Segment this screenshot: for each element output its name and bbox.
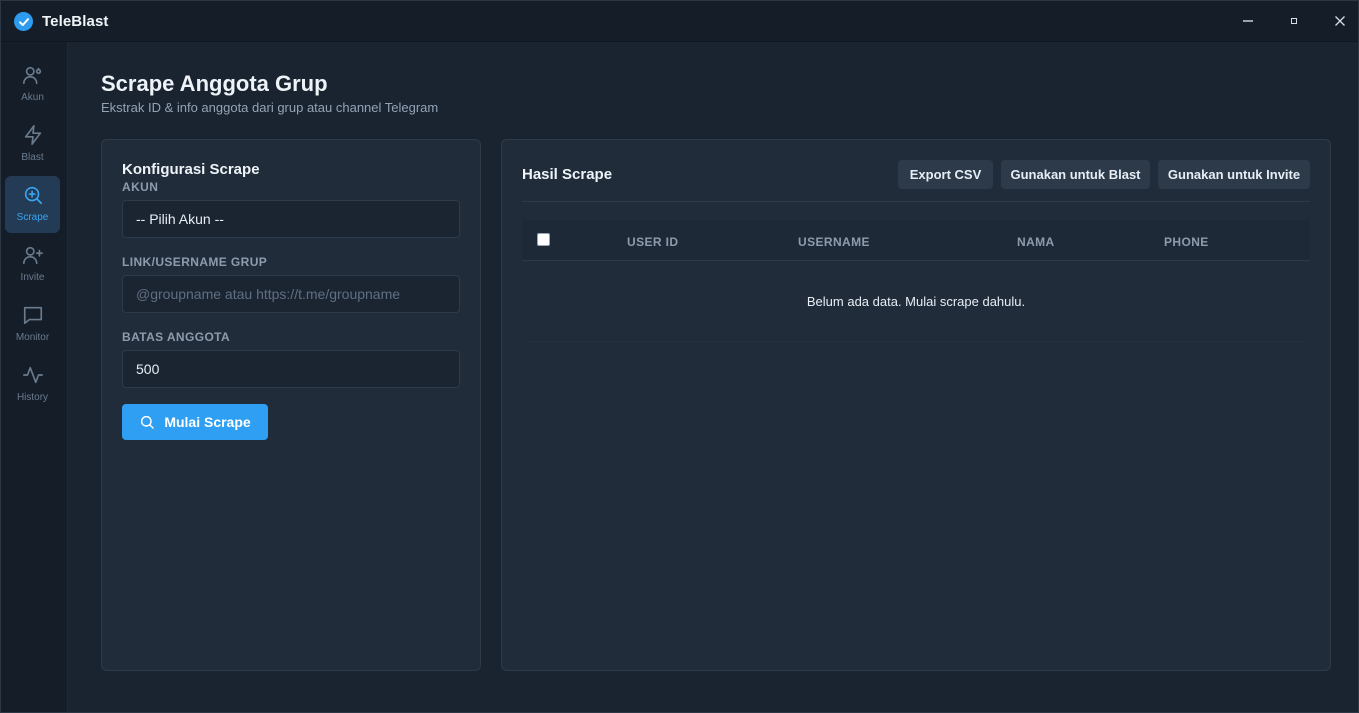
limit-label: BATAS ANGGOTA	[122, 330, 231, 344]
start-scrape-button[interactable]: Mulai Scrape	[122, 404, 268, 440]
activity-icon	[22, 364, 44, 386]
title-bar: TeleBlast	[1, 1, 1358, 42]
maximize-button[interactable]	[1279, 7, 1309, 35]
maximize-icon	[1291, 18, 1297, 24]
column-user-id[interactable]: USER ID	[627, 235, 678, 249]
sidebar-item-label: Monitor	[15, 332, 50, 343]
group-label: LINK/USERNAME GRUP	[122, 255, 268, 269]
column-nama[interactable]: NAMA	[1017, 235, 1055, 249]
sidebar-item-invite[interactable]: Invite	[5, 236, 60, 293]
close-button[interactable]	[1325, 7, 1355, 35]
search-plus-icon	[22, 184, 44, 206]
start-scrape-label: Mulai Scrape	[164, 414, 251, 430]
sidebar-item-label: Akun	[21, 92, 44, 103]
export-csv-button[interactable]: Export CSV	[898, 160, 993, 189]
results-panel: Hasil Scrape Export CSV Gunakan untuk Bl…	[501, 139, 1331, 671]
use-for-blast-button[interactable]: Gunakan untuk Blast	[1001, 160, 1150, 189]
users-icon	[22, 64, 44, 86]
limit-input[interactable]: 500	[122, 350, 460, 388]
empty-table-message: Belum ada data. Mulai scrape dahulu.	[806, 294, 1026, 309]
use-for-invite-button[interactable]: Gunakan untuk Invite	[1158, 160, 1310, 189]
sidebar-item-label: History	[16, 392, 49, 403]
config-panel-title: Konfigurasi Scrape	[122, 161, 260, 178]
account-select-value: -- Pilih Akun --	[136, 211, 224, 227]
sidebar-item-akun[interactable]: Akun	[5, 56, 60, 113]
account-label: AKUN	[122, 180, 159, 194]
minimize-icon	[1243, 20, 1253, 22]
column-phone[interactable]: PHONE	[1164, 235, 1209, 249]
table-header: USER ID USERNAME NAMA PHONE	[522, 220, 1310, 261]
app-title: TeleBlast	[42, 13, 109, 30]
config-panel: Konfigurasi Scrape AKUN -- Pilih Akun --…	[101, 139, 481, 671]
minimize-button[interactable]	[1233, 7, 1263, 35]
limit-input-value: 500	[136, 361, 160, 377]
sidebar-item-label: Blast	[21, 152, 44, 163]
sidebar-item-monitor[interactable]: Monitor	[5, 296, 60, 353]
search-icon	[141, 415, 155, 429]
user-plus-icon	[22, 244, 44, 266]
sidebar-item-history[interactable]: History	[5, 356, 60, 413]
message-icon	[22, 304, 44, 326]
page-title: Scrape Anggota Grup	[101, 71, 328, 96]
results-divider	[522, 201, 1310, 202]
results-panel-title: Hasil Scrape	[522, 166, 613, 183]
close-icon	[1335, 16, 1345, 26]
group-input[interactable]	[122, 275, 460, 313]
sidebar-item-scrape[interactable]: Scrape	[5, 176, 60, 233]
app-logo-icon	[14, 12, 33, 31]
page-subtitle: Ekstrak ID & info anggota dari grup atau…	[101, 100, 439, 115]
table-row-divider	[528, 341, 1304, 342]
sidebar: Akun Blast Scrape Invite Monitor History	[1, 42, 68, 712]
select-all-checkbox[interactable]	[537, 233, 550, 246]
sidebar-item-label: Invite	[20, 272, 45, 283]
lightning-icon	[22, 124, 44, 146]
account-select[interactable]: -- Pilih Akun --	[122, 200, 460, 238]
app-window: TeleBlast Akun Blast Scrape Invite Monit…	[0, 0, 1359, 713]
column-username[interactable]: USERNAME	[798, 235, 870, 249]
sidebar-item-label: Scrape	[16, 212, 49, 223]
sidebar-item-blast[interactable]: Blast	[5, 116, 60, 173]
